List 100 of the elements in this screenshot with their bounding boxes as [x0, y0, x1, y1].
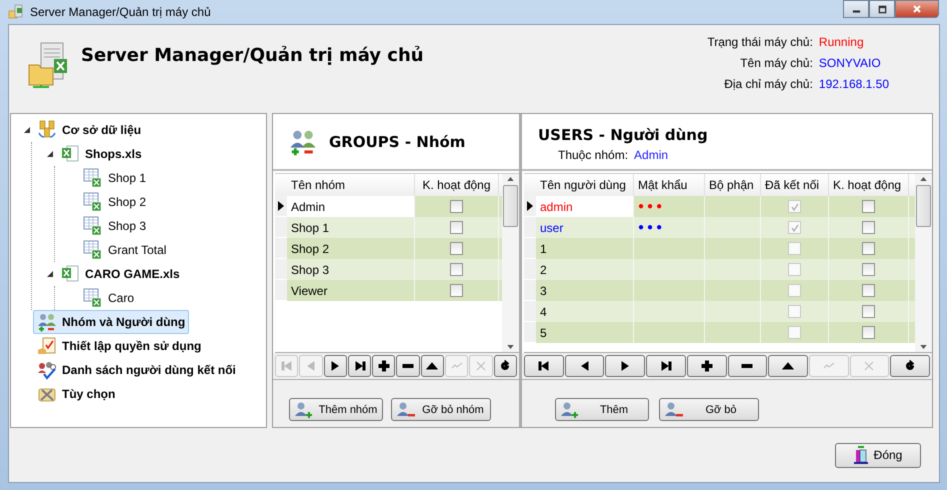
- checkbox[interactable]: [450, 221, 463, 234]
- users-icon: [37, 312, 57, 332]
- table-row[interactable]: 2: [524, 259, 915, 280]
- row-header[interactable]: [275, 196, 287, 217]
- navigator-button[interactable]: [686, 355, 727, 377]
- tree-item[interactable]: Shop 3: [79, 214, 150, 238]
- checkbox[interactable]: [450, 242, 463, 255]
- navigator-button[interactable]: [564, 355, 604, 377]
- minimize-button[interactable]: [843, 0, 869, 18]
- navigator-button[interactable]: [372, 355, 396, 377]
- prev-icon: [578, 360, 591, 372]
- remove-user-icon: [396, 400, 416, 418]
- tree-item[interactable]: Tùy chọn: [33, 382, 120, 406]
- navigator-button[interactable]: [420, 355, 444, 377]
- scroll-thumb[interactable]: [916, 185, 931, 227]
- table-row[interactable]: 1: [524, 238, 915, 259]
- info-label: Địa chỉ máy chủ:: [723, 77, 813, 91]
- table-row[interactable]: Admin: [275, 196, 502, 217]
- add-icon: [378, 360, 390, 372]
- maximize-icon: [878, 4, 886, 14]
- checkbox[interactable]: [450, 200, 463, 213]
- checkbox[interactable]: [862, 284, 875, 297]
- tree-item[interactable]: Shop 2: [79, 190, 150, 214]
- group-label: Thuộc nhóm:: [558, 148, 628, 162]
- checkbox[interactable]: [788, 200, 801, 213]
- tree-item[interactable]: Cơ sở dữ liệu: [33, 118, 146, 142]
- checkbox[interactable]: [788, 221, 801, 234]
- table-row[interactable]: user ●●●: [524, 217, 915, 238]
- scroll-down-icon[interactable]: [507, 345, 514, 349]
- navigator-button[interactable]: [324, 355, 347, 377]
- navigator-button[interactable]: [646, 355, 686, 377]
- row-header[interactable]: [524, 196, 536, 217]
- table-row[interactable]: admin ●●●: [524, 196, 915, 217]
- tree-item[interactable]: Danh sách người dùng kết nối: [33, 358, 240, 382]
- maximize-button[interactable]: [869, 0, 895, 18]
- table-icon: [83, 168, 103, 188]
- checkbox[interactable]: [788, 263, 801, 276]
- info-value: 192.168.1.50: [818, 77, 889, 91]
- table-row[interactable]: Viewer: [275, 280, 502, 301]
- collapse-arrow-icon[interactable]: [23, 126, 31, 134]
- collapse-arrow-icon[interactable]: [46, 150, 54, 158]
- navigator-button[interactable]: [890, 355, 930, 377]
- collapse-arrow-icon[interactable]: [46, 270, 54, 278]
- tree-item[interactable]: Shop 1: [79, 166, 150, 190]
- checkbox[interactable]: [788, 284, 801, 297]
- table-row[interactable]: Shop 1: [275, 217, 502, 238]
- checkbox[interactable]: [788, 242, 801, 255]
- checkbox[interactable]: [862, 305, 875, 318]
- password-dots: ●●●: [638, 201, 666, 212]
- table-icon: [83, 240, 103, 260]
- table-row[interactable]: 5: [524, 322, 915, 343]
- next-icon: [619, 360, 632, 372]
- scroll-thumb[interactable]: [503, 185, 518, 227]
- scroll-up-icon[interactable]: [920, 177, 927, 181]
- tree-item[interactable]: Nhóm và Người dùng: [33, 310, 190, 334]
- tree-item[interactable]: CARO GAME.xls: [56, 262, 184, 286]
- checkbox[interactable]: [862, 221, 875, 234]
- table-row[interactable]: 4: [524, 301, 915, 322]
- table-row[interactable]: Shop 2: [275, 238, 502, 259]
- checkbox[interactable]: [862, 200, 875, 213]
- tree-item[interactable]: Caro: [79, 286, 138, 310]
- tree-item[interactable]: Shops.xls: [56, 142, 146, 166]
- first-icon: [538, 360, 550, 372]
- close-dialog-button[interactable]: Đóng: [835, 442, 921, 468]
- app-icon: [8, 4, 24, 20]
- navigator-button[interactable]: [524, 355, 564, 377]
- add-button[interactable]: Thêm: [555, 398, 649, 421]
- checkbox[interactable]: [862, 326, 875, 339]
- spreadsheet-file-icon: [60, 144, 80, 164]
- checkbox[interactable]: [450, 284, 463, 297]
- last-icon: [354, 360, 366, 372]
- navigator-button[interactable]: [348, 355, 372, 377]
- tree-item[interactable]: Thiết lập quyền sử dụng: [33, 334, 206, 358]
- group-value: Admin: [634, 148, 668, 162]
- checkbox[interactable]: [862, 263, 875, 276]
- remove-button[interactable]: Gỡ bỏ: [659, 398, 759, 421]
- navigator-button[interactable]: [396, 355, 420, 377]
- remove-button[interactable]: Gỡ bỏ nhóm: [391, 398, 491, 421]
- scrollbar[interactable]: [915, 174, 932, 352]
- add-button[interactable]: Thêm nhóm: [289, 398, 383, 421]
- checkbox[interactable]: [788, 305, 801, 318]
- table-icon: [83, 192, 103, 212]
- navigator-button[interactable]: [768, 355, 808, 377]
- checkbox[interactable]: [862, 242, 875, 255]
- checkbox[interactable]: [788, 326, 801, 339]
- close-button[interactable]: [895, 0, 939, 18]
- scroll-up-icon[interactable]: [507, 177, 514, 181]
- checkbox[interactable]: [450, 263, 463, 276]
- table-row[interactable]: 3: [524, 280, 915, 301]
- info-value: SONYVAIO: [818, 56, 882, 70]
- navigator-button[interactable]: [494, 355, 517, 377]
- window-title: Server Manager/Quản trị máy chủ: [30, 5, 211, 19]
- panel-title: GROUPS - Nhóm: [329, 132, 466, 150]
- tree-item[interactable]: Grant Total: [79, 238, 170, 262]
- scrollbar[interactable]: [502, 174, 519, 352]
- table-row[interactable]: Shop 3: [275, 259, 502, 280]
- info-label: Trạng thái máy chủ:: [707, 35, 813, 49]
- scroll-down-icon[interactable]: [920, 345, 927, 349]
- navigator-button[interactable]: [728, 355, 768, 377]
- navigator-button[interactable]: [605, 355, 646, 377]
